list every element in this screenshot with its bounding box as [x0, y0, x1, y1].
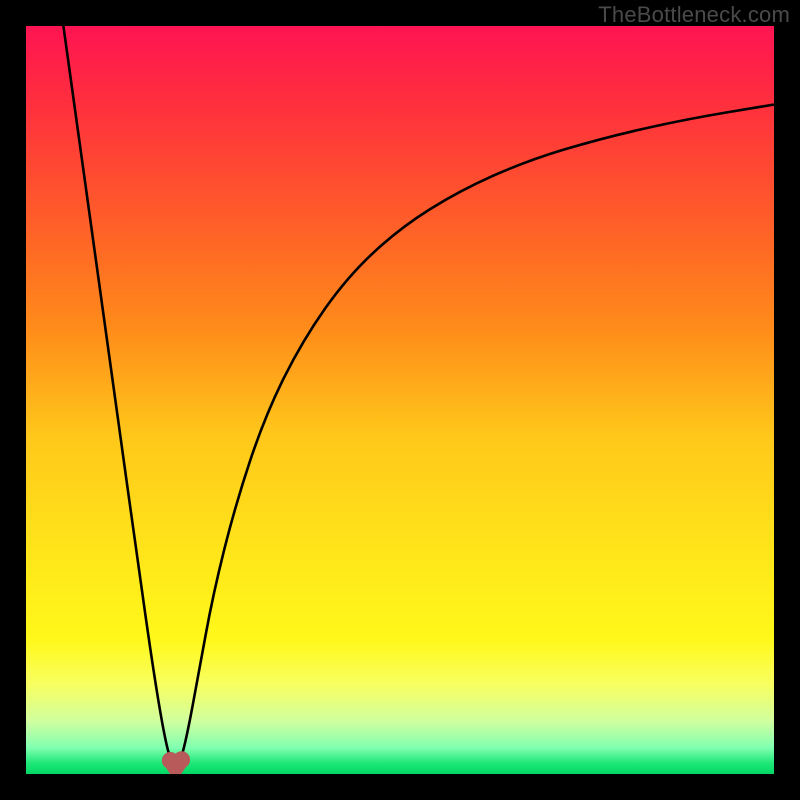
bottleneck-chart — [26, 26, 774, 774]
marker-min-right — [173, 751, 190, 768]
watermark-label: TheBottleneck.com — [598, 2, 790, 28]
chart-frame: TheBottleneck.com — [0, 0, 800, 800]
plot-background — [26, 26, 774, 774]
